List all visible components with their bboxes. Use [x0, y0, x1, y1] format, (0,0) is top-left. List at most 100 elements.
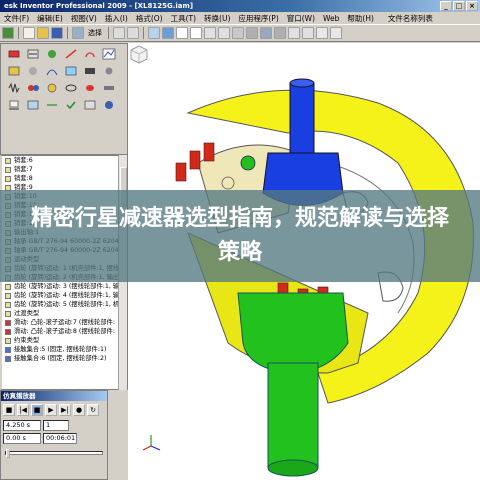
save-icon[interactable]	[51, 27, 63, 39]
menu-help[interactable]: 帮助(H)	[343, 12, 378, 24]
close-button[interactable]: ×	[466, 1, 478, 11]
step-field[interactable]: 1	[43, 420, 69, 431]
check-icon[interactable]	[64, 99, 78, 111]
tree-item-label: 滑动: 凸轮-滚子运动:8 (摆线轮部件:	[14, 328, 115, 335]
cam-icon[interactable]	[83, 82, 97, 94]
zoom-all-icon[interactable]	[176, 27, 188, 39]
export-fea-icon[interactable]	[64, 65, 78, 77]
rewind-button[interactable]: |◀	[17, 404, 29, 416]
tree-item[interactable]: 齿轮 (旋转)运动: 4 (摆线轮部件:1, 输	[2, 291, 127, 300]
toolbar-separator	[108, 27, 109, 39]
undo-icon[interactable]	[113, 27, 125, 39]
maximize-button[interactable]: □	[453, 1, 465, 11]
panel-bar-tools	[0, 43, 128, 155]
menu-convert[interactable]: 转换(U)	[200, 12, 234, 24]
menu-tools[interactable]: 工具(T)	[167, 12, 200, 24]
shaded-display-icon[interactable]	[260, 27, 272, 39]
tree-item-label: 齿轮 (旋转)运动: 4 (摆线轮部件:1, 输	[14, 292, 120, 299]
unknown-force-icon[interactable]	[7, 65, 21, 77]
tree-item[interactable]: 齿轮 (旋转)运动: 5 (摆线轮部件:1, 机	[2, 300, 127, 309]
info-icon[interactable]	[102, 99, 116, 111]
perspective-icon[interactable]	[316, 27, 328, 39]
loop-button[interactable]: ↻	[87, 404, 99, 416]
help-icon[interactable]	[330, 27, 342, 39]
menu-applications[interactable]: 应用程序(P)	[234, 12, 282, 24]
imposed-motion-icon[interactable]	[45, 99, 59, 111]
menu-view[interactable]: 视图(V)	[67, 12, 101, 24]
tree-item[interactable]: 销套:8	[2, 174, 127, 183]
redo-icon[interactable]	[127, 27, 139, 39]
tree-item-label: 接触集合:6 (固定, 摆线轮部件:2)	[14, 355, 107, 362]
menu-format[interactable]: 格式(O)	[132, 12, 167, 24]
stop-button[interactable]: ■	[3, 404, 15, 416]
view-cube-icon[interactable]	[128, 43, 150, 65]
tree-item[interactable]: 销套:7	[2, 165, 127, 174]
tree-node-icon	[5, 175, 11, 182]
grounded-icon[interactable]	[7, 99, 21, 111]
tree-item[interactable]: 齿轮 (旋转)运动: 3 (摆线轮部件:1, 输	[2, 282, 127, 291]
tree-item-label: 约束类型	[14, 337, 40, 344]
view-options-icon[interactable]	[302, 27, 314, 39]
tree-item[interactable]: 约束类型	[2, 336, 127, 345]
color-style-icon[interactable]	[288, 27, 300, 39]
menu-window[interactable]: 窗口(W)	[283, 12, 319, 24]
total-time: 00:06:01	[43, 433, 77, 444]
play-button[interactable]: ■	[31, 404, 43, 416]
pan-icon[interactable]	[218, 27, 230, 39]
contact-icon[interactable]	[26, 82, 40, 94]
tree-item[interactable]: 过渡类型	[2, 309, 127, 318]
weld-icon[interactable]	[102, 82, 116, 94]
document-list-menu[interactable]: 文件名称列表	[384, 12, 437, 24]
zoom-icon[interactable]	[204, 27, 216, 39]
tree-item[interactable]: 滑动: 凸轮-滚子运动:7 (摆线轮部件:	[2, 318, 127, 327]
look-at-icon[interactable]	[246, 27, 258, 39]
tree-item[interactable]: 接触集合:6 (固定, 摆线轮部件:2)	[2, 354, 127, 363]
zoom-window-icon[interactable]	[190, 27, 202, 39]
article-title: 精密行星减速器选型指南，规范解读与选择策略	[30, 206, 449, 265]
tree-item-label: 销套:6	[14, 157, 33, 164]
axis-triad-icon	[142, 435, 161, 451]
redundancy-icon[interactable]	[83, 99, 97, 111]
select-button[interactable]: 选择	[88, 28, 102, 38]
update-icon[interactable]	[148, 27, 160, 39]
menu-file[interactable]: 文件(F)	[0, 12, 33, 24]
tree-node-icon	[5, 283, 11, 290]
tree-node-icon	[5, 355, 11, 362]
tree-item[interactable]: 接触集合:5 (固定, 摆线轮部件:1)	[2, 345, 127, 354]
return-icon[interactable]	[2, 27, 14, 39]
belt-icon[interactable]	[64, 82, 78, 94]
menu-web[interactable]: Web	[319, 12, 343, 24]
sim-progress-slider[interactable]	[5, 449, 103, 458]
trace-icon[interactable]	[45, 65, 59, 77]
minimize-button[interactable]: _	[440, 1, 452, 11]
menu-edit[interactable]: 编辑(E)	[33, 12, 67, 24]
open-folder-icon[interactable]	[37, 27, 49, 39]
record-button[interactable]: ●	[73, 404, 85, 416]
menu-insert[interactable]: 插入(I)	[101, 12, 132, 24]
rotate-icon[interactable]	[232, 27, 244, 39]
spring-icon[interactable]	[7, 82, 21, 94]
publish-movie-icon[interactable]	[83, 65, 97, 77]
forward-button[interactable]: ▶	[45, 404, 57, 416]
tree-item[interactable]: 滑动: 凸轮-滚子运动:8 (摆线轮部件:	[2, 327, 127, 336]
gear-icon[interactable]	[45, 82, 59, 94]
pointer-icon[interactable]	[72, 27, 84, 39]
torque-icon[interactable]	[83, 48, 97, 60]
tree-node-icon	[5, 157, 11, 164]
time-field[interactable]: 4.250 s	[3, 420, 41, 431]
dynamic-motion-icon[interactable]	[26, 65, 40, 77]
joint-icon[interactable]	[7, 48, 21, 60]
force-icon[interactable]	[64, 48, 78, 60]
new-file-icon[interactable]	[23, 27, 35, 39]
end-button[interactable]: ▶|	[59, 404, 71, 416]
section-view-icon[interactable]	[274, 27, 286, 39]
constraint-icon[interactable]	[26, 48, 40, 60]
mobile-group-icon[interactable]	[26, 99, 40, 111]
load-icon[interactable]	[45, 48, 59, 60]
settings-icon[interactable]	[102, 65, 116, 77]
output-grapher-icon[interactable]	[102, 48, 116, 60]
slider-knob[interactable]	[6, 449, 10, 458]
measure-icon[interactable]	[162, 27, 174, 39]
toolbar-separator	[18, 27, 19, 39]
tree-item[interactable]: 销套:6	[2, 156, 127, 165]
